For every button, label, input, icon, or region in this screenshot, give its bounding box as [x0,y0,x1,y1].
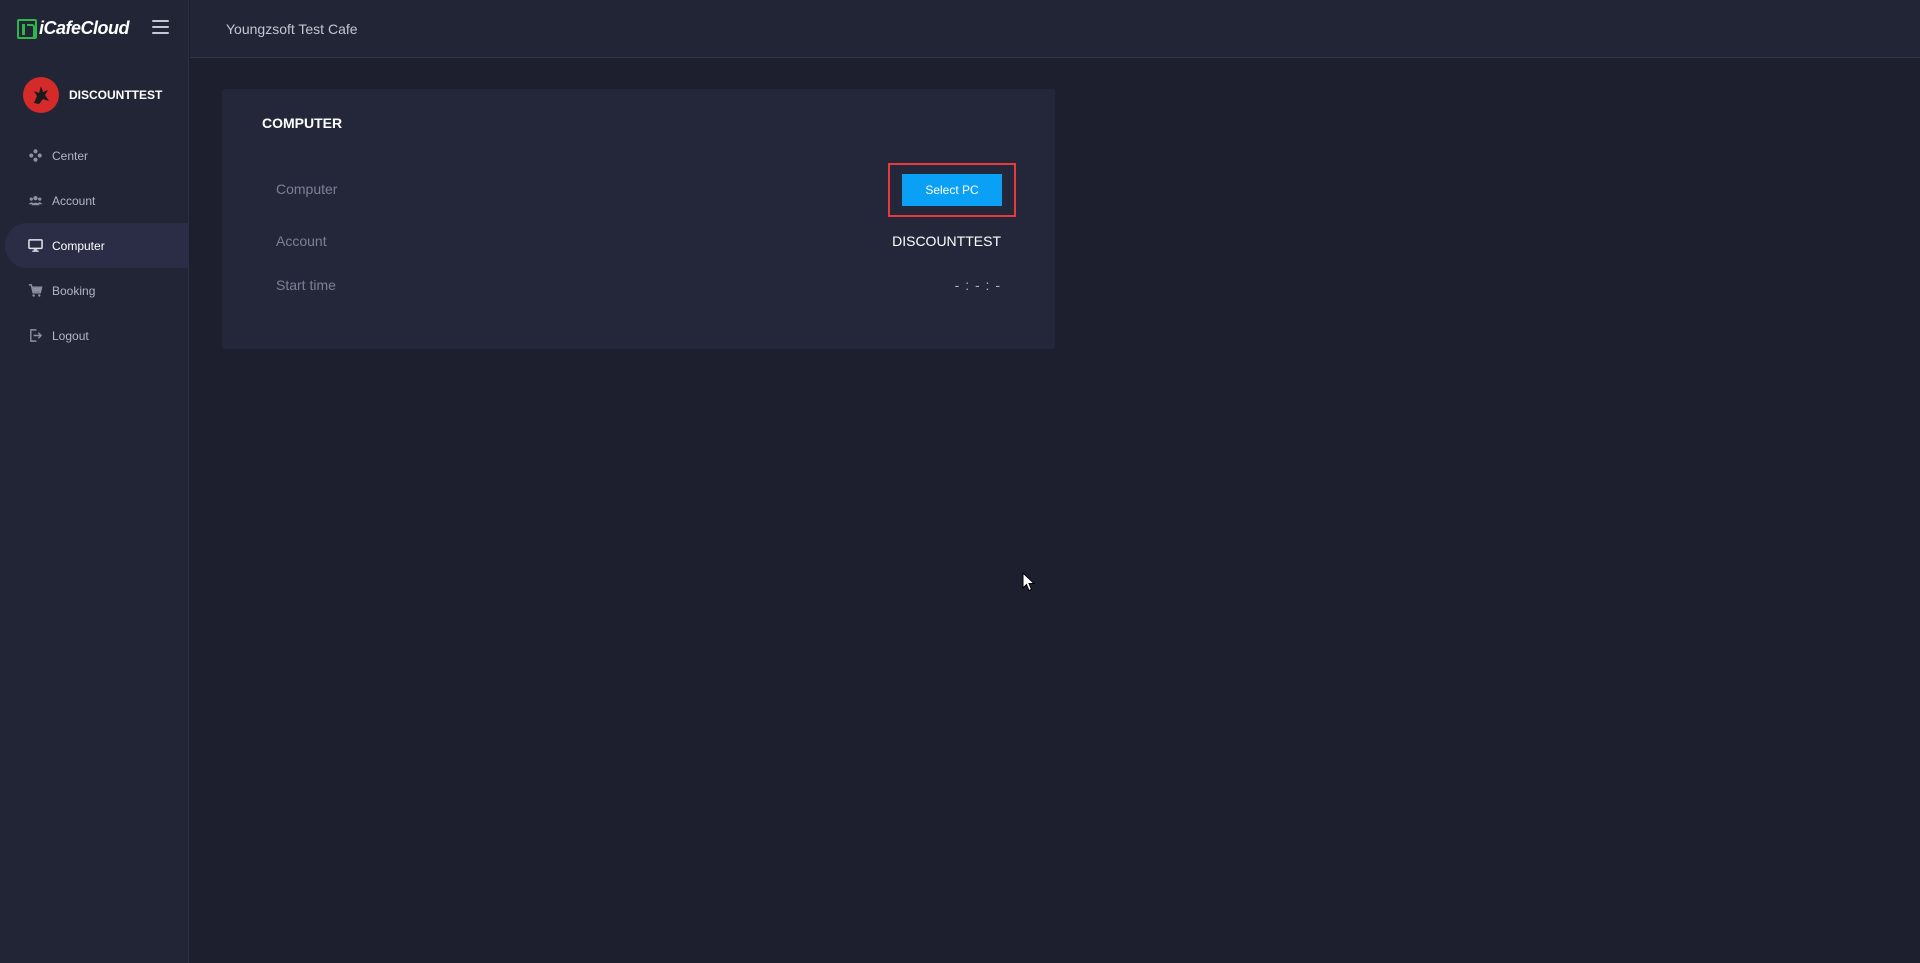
sidebar-item-logout[interactable]: Logout [5,313,188,358]
logout-icon [28,328,43,343]
top-header: Youngzsoft Test Cafe [190,0,1920,58]
monitor-icon [28,238,43,253]
username: DISCOUNTTEST [69,88,163,102]
sidebar-item-label: Booking [52,283,96,298]
user-profile[interactable]: DISCOUNTTEST [0,57,188,133]
sidebar-item-label: Account [52,193,96,208]
sidebar-item-booking[interactable]: Booking [5,268,188,313]
logo-row: iCafeCloud [0,0,188,57]
dragon-icon [34,86,49,104]
start-time-value: - : - : - [954,277,1001,293]
cafe-name: Youngzsoft Test Cafe [226,20,358,37]
sidebar-item-account[interactable]: Account [5,178,188,223]
sidebar: iCafeCloud DISCOUNTTEST Center Account C… [0,0,189,963]
sidebar-item-center[interactable]: Center [5,133,188,178]
computer-card: COMPUTER Computer Select PC Account DISC… [222,89,1055,349]
select-pc-highlight: Select PC [888,163,1016,217]
brand-logo[interactable]: iCafeCloud [17,18,130,39]
sidebar-item-label: Center [52,148,89,163]
gamepad-icon [28,148,43,163]
logo-mark-icon [17,18,37,39]
sidebar-item-label: Computer [52,238,105,253]
logo-text: iCafeCloud [39,18,130,38]
select-pc-button[interactable]: Select PC [902,174,1002,206]
card-title: COMPUTER [262,115,343,131]
sidebar-item-label: Logout [52,328,89,343]
sidebar-item-computer[interactable]: Computer [5,223,188,268]
computer-label: Computer [276,181,338,197]
mouse-cursor-icon [1022,572,1036,592]
account-value: DISCOUNTTEST [892,233,1001,249]
avatar [23,77,59,113]
account-label: Account [276,233,327,249]
users-icon [28,193,43,208]
menu-toggle-icon[interactable] [152,20,169,34]
start-time-label: Start time [276,277,336,293]
sidebar-nav: Center Account Computer Booking Logout [0,133,188,358]
cart-icon [28,283,43,298]
